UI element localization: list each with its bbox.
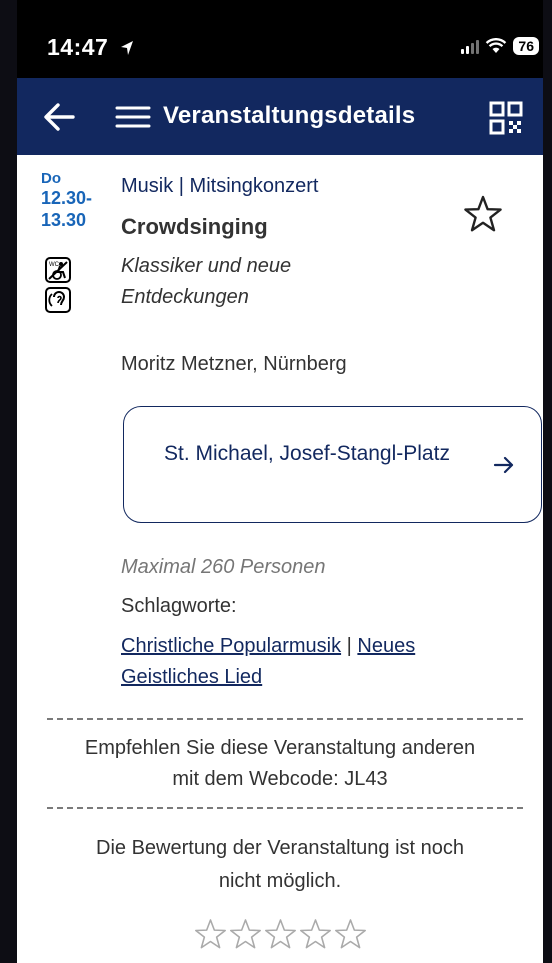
- keywords-list: Christliche Popularmusik | Neues Geistli…: [121, 631, 501, 693]
- status-indicators: 76: [461, 36, 539, 56]
- device-frame-right: [543, 0, 552, 963]
- rating-notice: Die Bewertung der Veranstaltung ist noch…: [17, 832, 543, 898]
- location-arrow-icon: [121, 41, 134, 55]
- page-title: Veranstaltungsdetails: [163, 102, 416, 129]
- location-name: St. Michael, Josef-Stangl-Platz: [164, 442, 450, 465]
- divider: [47, 718, 523, 720]
- event-subtitle: Klassiker und neue Entdeckungen: [121, 255, 292, 308]
- arrow-right-icon: [493, 456, 514, 474]
- cellular-signal-icon: [461, 38, 480, 54]
- svg-text:WC: WC: [49, 262, 60, 268]
- event-day: Do: [41, 170, 61, 187]
- star-outline-icon[interactable]: [463, 195, 503, 233]
- status-bar: 14:47 76: [17, 0, 543, 78]
- hamburger-menu-icon[interactable]: [115, 102, 151, 132]
- rating-notice-line-2: nicht möglich.: [218, 870, 342, 892]
- rating-notice-line-1: Die Bewertung der Veranstaltung ist noch: [96, 837, 464, 859]
- rating-star-icon[interactable]: [263, 917, 298, 951]
- rating-star-icon[interactable]: [333, 917, 368, 951]
- rating-stars: [17, 917, 543, 951]
- divider: [47, 807, 523, 809]
- event-title: Crowdsinging: [121, 214, 268, 239]
- accessibility-icons: WC: [45, 257, 71, 317]
- event-performer: Moritz Metzner, Nürnberg: [121, 353, 347, 375]
- keywords-label: Schlagworte:: [121, 595, 237, 617]
- hearing-loop-icon: [45, 287, 71, 313]
- app-header: Veranstaltungsdetails: [17, 78, 543, 155]
- location-button[interactable]: St. Michael, Josef-Stangl-Platz: [123, 406, 542, 523]
- wheelchair-wc-icon: WC: [45, 257, 71, 283]
- event-date: Do 12.30- 13.30: [41, 171, 92, 231]
- recommend-line-2: mit dem Webcode: JL43: [172, 768, 388, 790]
- event-time-end: 13.30: [41, 210, 87, 230]
- keyword-separator: |: [341, 635, 358, 657]
- recommend-text: Empfehlen Sie diese Veranstaltung andere…: [17, 733, 543, 795]
- rating-star-icon[interactable]: [228, 917, 263, 951]
- device-frame-left: [0, 0, 17, 963]
- event-details: Do 12.30- 13.30 WC Musik | Mitsingkonzer…: [17, 155, 543, 963]
- recommend-line-1: Empfehlen Sie diese Veranstaltung andere…: [84, 737, 476, 759]
- back-arrow-icon[interactable]: [41, 100, 77, 134]
- rating-star-icon[interactable]: [193, 917, 228, 951]
- status-time: 14:47: [47, 34, 135, 61]
- battery-indicator: 76: [513, 37, 539, 55]
- event-capacity: Maximal 260 Personen: [121, 556, 326, 578]
- rating-star-icon[interactable]: [298, 917, 333, 951]
- wifi-icon: [486, 38, 507, 53]
- status-time-text: 14:47: [47, 34, 109, 60]
- qr-code-icon[interactable]: [489, 101, 523, 135]
- event-time-start: 12.30-: [41, 188, 93, 208]
- event-category: Musik | Mitsingkonzert: [121, 175, 319, 197]
- keyword-link[interactable]: Christliche Popularmusik: [121, 635, 341, 657]
